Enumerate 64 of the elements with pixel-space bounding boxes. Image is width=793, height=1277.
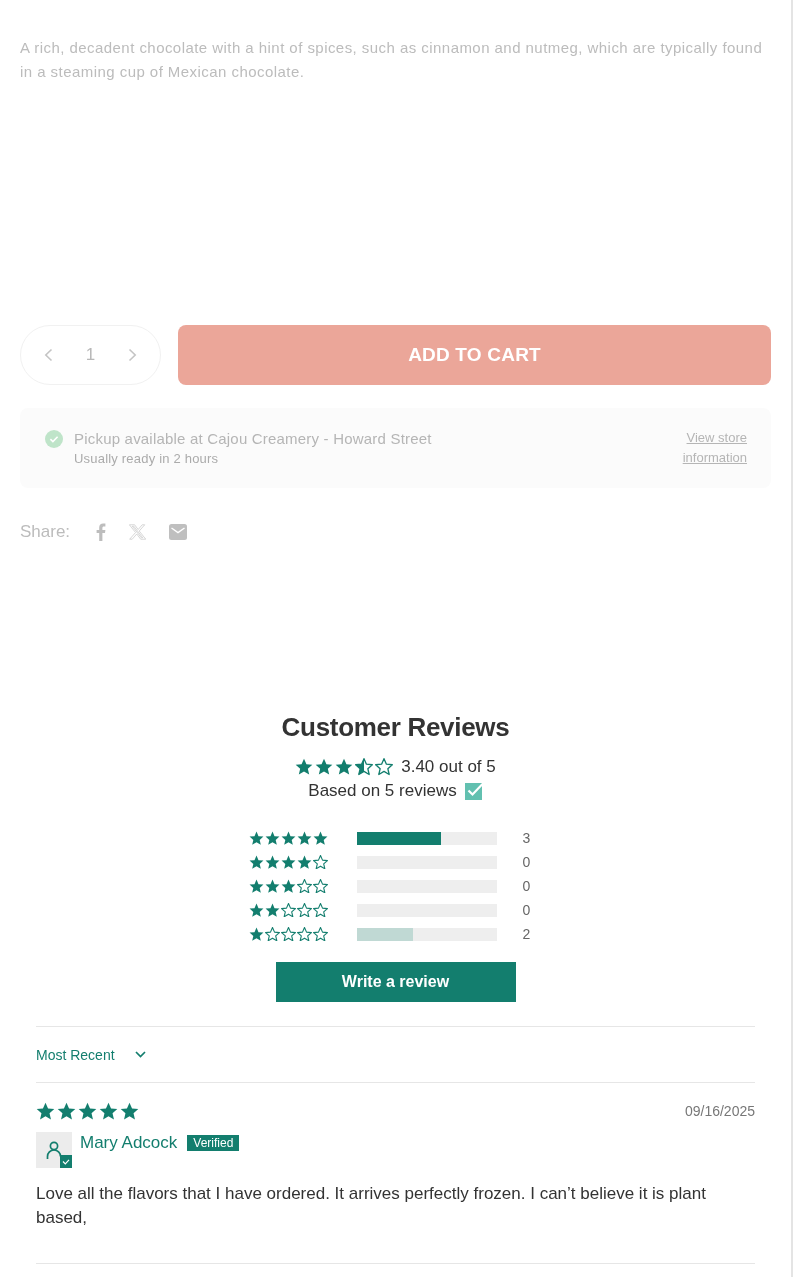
star-icon bbox=[78, 1102, 97, 1121]
user-avatar-icon bbox=[36, 1132, 72, 1169]
star-icon bbox=[296, 830, 312, 846]
star-outline-icon bbox=[312, 902, 328, 918]
review-date: 09/16/2025 bbox=[684, 1103, 755, 1120]
review-count: Based on 5 reviews bbox=[308, 781, 457, 801]
facebook-icon[interactable] bbox=[96, 523, 107, 541]
star-icon bbox=[280, 878, 296, 894]
star-icon bbox=[264, 878, 280, 894]
star-icon bbox=[315, 758, 334, 776]
star-outline-icon bbox=[280, 926, 296, 942]
star-outline-icon bbox=[312, 926, 328, 942]
add-to-cart-button[interactable]: ADD TO CART bbox=[178, 325, 771, 385]
x-logo-icon[interactable] bbox=[129, 524, 147, 540]
star-outline-icon bbox=[296, 926, 312, 942]
check-circle-icon bbox=[45, 430, 63, 448]
star-icon bbox=[280, 854, 296, 870]
star-icon bbox=[280, 830, 296, 846]
star-icon bbox=[264, 830, 280, 846]
star-outline-icon bbox=[312, 878, 328, 894]
half-star-icon bbox=[355, 758, 374, 776]
rating-count: 2 bbox=[522, 926, 532, 942]
mail-icon[interactable] bbox=[169, 524, 188, 540]
chevron-left-icon[interactable] bbox=[44, 348, 53, 362]
star-icon bbox=[248, 878, 264, 894]
star-icon bbox=[264, 854, 280, 870]
product-description: A rich, decadent chocolate with a hint of spices, such as cinnamon and nutmeg, which are typically found in a steaming cup of Mexican chocolate. bbox=[20, 38, 764, 82]
star-icon bbox=[248, 854, 264, 870]
quantity-field[interactable]: 1 bbox=[62, 345, 119, 365]
star-outline-icon bbox=[280, 902, 296, 918]
reviews-heading: Customer Reviews bbox=[281, 711, 510, 743]
star-icon bbox=[295, 758, 314, 776]
rating-count: 0 bbox=[522, 902, 532, 918]
verified-check-icon bbox=[464, 782, 483, 800]
chevron-right-icon[interactable] bbox=[128, 348, 137, 362]
rating-count: 3 bbox=[522, 830, 532, 846]
store-info-link[interactable]: View store information bbox=[671, 428, 747, 468]
star-icon bbox=[248, 830, 264, 846]
star-icon bbox=[120, 1102, 139, 1121]
star-outline-icon bbox=[296, 902, 312, 918]
star-icon bbox=[36, 1102, 55, 1121]
chevron-down-icon bbox=[134, 1051, 146, 1058]
write-review-button[interactable]: Write a review bbox=[275, 962, 516, 1002]
star-outline-icon bbox=[312, 854, 328, 870]
star-icon bbox=[312, 830, 328, 846]
pickup-note: Usually ready in 2 hours bbox=[74, 450, 220, 468]
star-outline-icon bbox=[375, 758, 394, 776]
rating-count: 0 bbox=[522, 878, 532, 894]
star-outline-icon bbox=[264, 926, 280, 942]
star-icon bbox=[57, 1102, 76, 1121]
pickup-title: Pickup available at Cajou Creamery - Howard Street bbox=[74, 429, 432, 449]
rating-count: 0 bbox=[522, 854, 532, 870]
star-icon bbox=[248, 926, 264, 942]
verified-badge: Verified bbox=[187, 1135, 240, 1152]
sort-dropdown[interactable]: Most Recent bbox=[36, 1046, 146, 1063]
reviewer-name: Mary Adcock bbox=[80, 1132, 178, 1155]
star-icon bbox=[296, 854, 312, 870]
star-icon bbox=[264, 902, 280, 918]
star-icon bbox=[248, 902, 264, 918]
review-text: Love all the flavors that I have ordered. It arrives perfectly frozen. I can’t believe it is plant based, bbox=[36, 1183, 707, 1230]
star-icon bbox=[99, 1102, 118, 1121]
star-outline-icon bbox=[296, 878, 312, 894]
average-rating: 3.40 out of 5 bbox=[401, 757, 496, 777]
share-label: Share: bbox=[20, 522, 71, 542]
